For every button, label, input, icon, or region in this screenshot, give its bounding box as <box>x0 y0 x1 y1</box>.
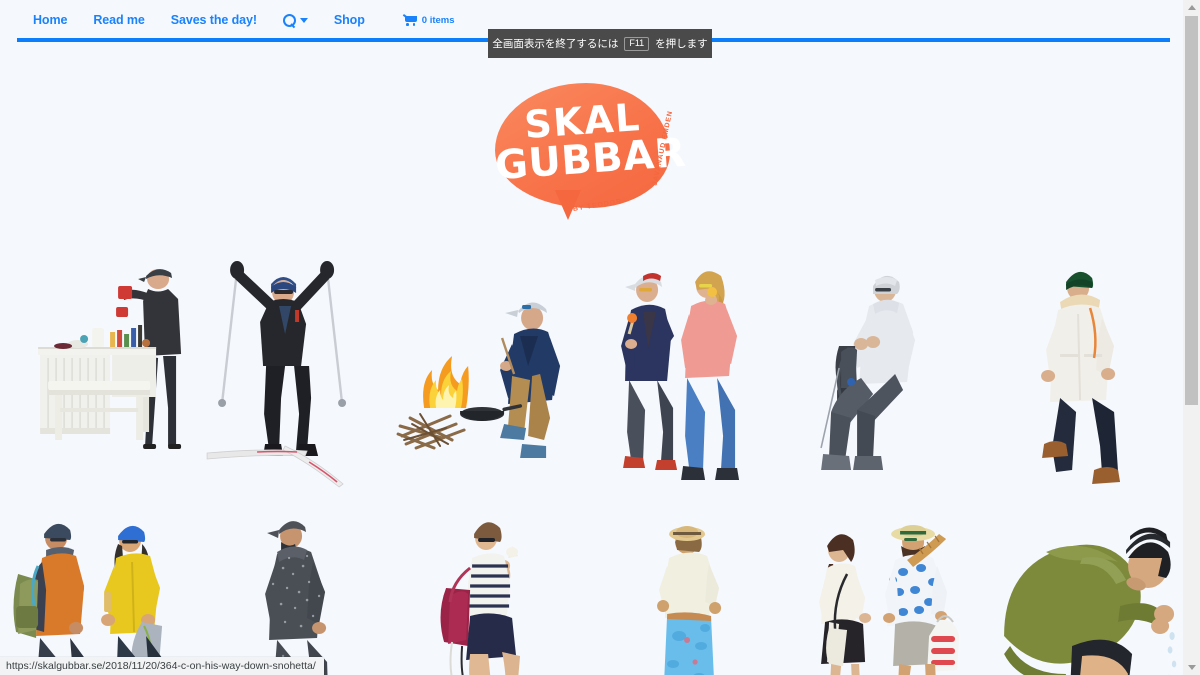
scroll-up-button[interactable] <box>1183 0 1200 15</box>
gallery-item-woman-back-blue-skirt[interactable] <box>591 496 788 675</box>
cart-item-count: 0 items <box>421 14 455 26</box>
gallery-item-campfire-cooking[interactable] <box>394 248 591 496</box>
nav-link-read-me[interactable]: Read me <box>93 13 145 27</box>
gallery-item-walking-white-coat[interactable] <box>986 248 1183 496</box>
fullscreen-toast-text-before: 全画面表示を終了するには <box>492 38 619 50</box>
scroll-down-button[interactable] <box>1183 660 1200 675</box>
gallery-grid <box>0 248 1183 675</box>
scrollbar-thumb[interactable] <box>1185 16 1198 405</box>
gallery-item-table-pouring-drink[interactable] <box>0 248 197 496</box>
gallery-item-man-standing-looking-up[interactable] <box>197 496 394 675</box>
scroll-down-arrow-icon <box>1187 665 1196 670</box>
nav-link-shop[interactable]: Shop <box>334 13 365 27</box>
fullscreen-exit-toast: 全画面表示を終了するには F11 を押します <box>488 29 712 58</box>
nav-link-saves-the-day[interactable]: Saves the day! <box>171 13 257 27</box>
site-logo[interactable]: SKAL GUBBAR BY TEODOR JAVANAUD EMDEN <box>487 78 697 228</box>
search-toggle[interactable] <box>282 14 308 27</box>
cart-link[interactable]: 0 items <box>402 14 455 26</box>
gallery-item-two-hikers-talking[interactable] <box>0 496 197 675</box>
gallery-item-couple-shopping-baguette[interactable] <box>789 496 986 675</box>
gallery-item-seated-hiker[interactable] <box>789 248 986 496</box>
vertical-scrollbar[interactable] <box>1183 0 1200 675</box>
logo-line-2: GUBBAR <box>493 129 687 190</box>
fullscreen-toast-text-after: を押します <box>655 38 708 50</box>
gallery-item-couple-eating-icecream[interactable] <box>591 248 788 496</box>
gallery-item-skier-arms-up[interactable] <box>197 248 394 496</box>
gallery-item-crouching-green-fleece[interactable] <box>986 496 1183 675</box>
page-root: Home Read me Saves the day! Shop 0 items… <box>0 0 1200 675</box>
nav-link-home[interactable]: Home <box>33 13 67 27</box>
shopping-cart-icon <box>402 14 417 26</box>
scroll-up-arrow-icon <box>1187 5 1196 10</box>
chevron-down-icon <box>299 17 308 23</box>
status-bar-url: https://skalgubbar.se/2018/11/20/364-c-o… <box>0 657 324 675</box>
gallery-item-woman-crouching-icecream[interactable] <box>394 496 591 675</box>
fullscreen-toast-key: F11 <box>624 36 650 51</box>
search-icon <box>282 14 296 27</box>
site-logo-container: SKAL GUBBAR BY TEODOR JAVANAUD EMDEN <box>0 78 1183 228</box>
